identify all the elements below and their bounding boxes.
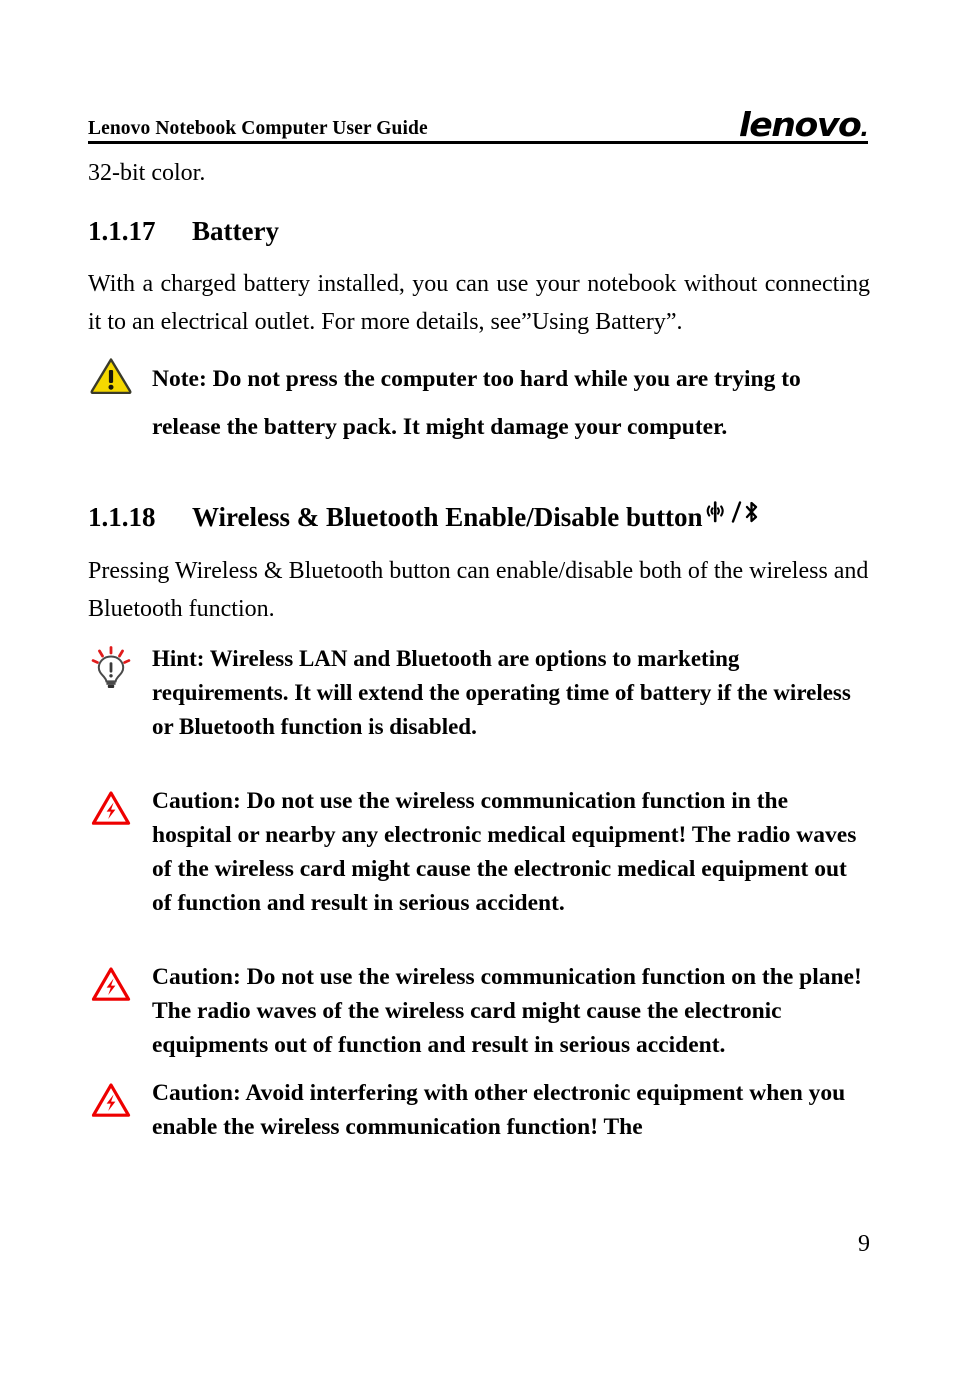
callout-caution-interference: Caution: Avoid interfering with other el…: [88, 1076, 870, 1144]
callout-caution-plane: Caution: Do not use the wireless communi…: [88, 960, 870, 1062]
continuation-line: 32-bit color.: [88, 160, 206, 186]
page-number: 9: [858, 1231, 870, 1257]
wireless-signal-icon: [704, 500, 730, 524]
section-title: Wireless & Bluetooth Enable/Disable butt…: [192, 502, 703, 533]
callout-caution-hospital: Caution: Do not use the wireless communi…: [88, 784, 870, 920]
page-header: Lenovo Notebook Computer User Guide leno…: [88, 100, 870, 144]
section-heading-wireless-bluetooth: 1.1.18 Wireless & Bluetooth Enable/Disab…: [88, 501, 870, 533]
lenovo-logo-dot: .: [860, 117, 870, 142]
caution-triangle-red-icon: [88, 1076, 134, 1118]
callout-hint-text: Hint: Wireless LAN and Bluetooth are opt…: [152, 645, 851, 739]
callout-note: Note: Do not press the computer too hard…: [88, 355, 870, 451]
caution-triangle-red-icon: [88, 784, 134, 826]
caution-triangle-red-icon: [88, 960, 134, 1002]
slash-separator-icon: [730, 500, 743, 524]
callout-note-text: Note: Do not press the computer too hard…: [152, 366, 801, 441]
callout-caution-text: Caution: Do not use the wireless communi…: [152, 963, 862, 1058]
lenovo-logo: lenovo.: [739, 105, 870, 144]
callout-hint: Hint: Wireless LAN and Bluetooth are opt…: [88, 642, 870, 744]
section-number: 1.1.17: [88, 216, 156, 246]
lenovo-logo-text: lenovo: [739, 105, 862, 144]
callout-caution-text: Caution: Do not use the wireless communi…: [152, 787, 857, 916]
page-content: 32-bit color. 1.1.17 Battery With a char…: [88, 155, 870, 1144]
section-title: Battery: [192, 216, 279, 246]
header-title: Lenovo Notebook Computer User Guide: [88, 117, 428, 139]
document-page: Lenovo Notebook Computer User Guide leno…: [0, 0, 954, 1386]
callout-caution-text: Caution: Avoid interfering with other el…: [152, 1079, 846, 1140]
bluetooth-icon: [743, 500, 760, 524]
heading-icon-group: [704, 500, 760, 524]
section-heading-battery: 1.1.17 Battery: [88, 215, 870, 247]
lightbulb-icon: [88, 642, 134, 690]
section-paragraph-battery: With a charged battery installed, you ca…: [88, 271, 870, 336]
section-paragraph-wireless-bluetooth: Pressing Wireless & Bluetooth button can…: [88, 557, 869, 622]
warning-triangle-yellow-icon: [88, 355, 134, 395]
section-number: 1.1.18: [88, 502, 156, 533]
